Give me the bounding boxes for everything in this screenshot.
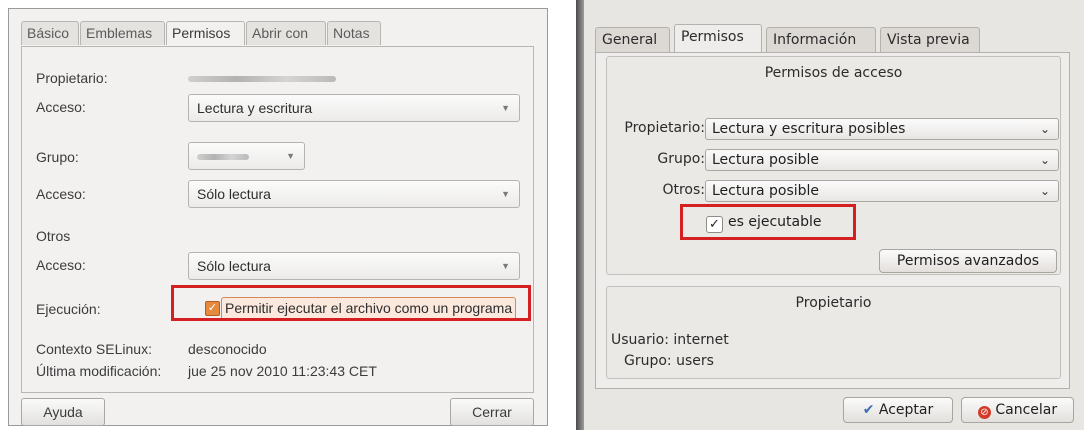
others-permission-value: Lectura posible	[712, 183, 820, 199]
dropdown-arrow-icon: ▼	[501, 261, 510, 271]
ok-button[interactable]: ✔ Aceptar	[843, 397, 953, 423]
tab-notas[interactable]: Notas	[327, 21, 381, 45]
group-value-blurred	[197, 154, 249, 161]
tab-label: Permisos	[681, 29, 744, 45]
chevron-down-icon: ⌄	[1039, 122, 1050, 136]
group-line: Grupo: users	[624, 353, 714, 369]
group-access-label: Acceso:	[36, 186, 86, 202]
tab-informacion[interactable]: Información	[766, 27, 876, 52]
permissions-panel: Propietario: Acceso: Lectura y escritura…	[21, 46, 534, 393]
group-permission-value: Lectura posible	[712, 152, 820, 168]
dropdown-arrow-icon: ▼	[501, 189, 510, 199]
owner-permission-combo[interactable]: Lectura y escritura posibles ⌄	[705, 118, 1059, 140]
gnome-properties-dialog: Básico Emblemas Permisos Abrir con Notas…	[8, 8, 548, 426]
window-edge	[576, 0, 584, 430]
tab-label: Abrir con	[252, 25, 309, 41]
selinux-value: desconocido	[188, 341, 267, 357]
tab-label: General	[602, 32, 658, 48]
advanced-permissions-button[interactable]: Permisos avanzados	[879, 249, 1057, 273]
tab-permisos[interactable]: Permisos	[166, 21, 245, 48]
user-line: Usuario: internet	[611, 332, 729, 348]
dropdown-arrow-icon: ▼	[286, 151, 295, 161]
others-access-label: Acceso:	[36, 257, 86, 273]
tab-label: Información	[773, 32, 857, 48]
others-access-value: Sólo lectura	[197, 258, 271, 274]
group-access-combo[interactable]: Sólo lectura ▼	[188, 180, 520, 208]
modified-value: jue 25 nov 2010 11:23:43 CET	[188, 363, 377, 379]
owner-permission-value: Lectura y escritura posibles	[712, 121, 906, 137]
highlight-box	[171, 285, 531, 321]
group-access-value: Sólo lectura	[197, 186, 271, 202]
tab-label: Vista previa	[887, 32, 970, 48]
cancel-button[interactable]: ⊘ Cancelar	[961, 397, 1074, 423]
ok-check-icon: ✔	[862, 402, 875, 418]
group-combo[interactable]: ▼	[188, 142, 305, 170]
modified-label: Última modificación:	[36, 363, 162, 379]
cancel-button-label: Cancelar	[995, 402, 1058, 418]
selinux-label: Contexto SELinux:	[36, 341, 152, 357]
owner-label: Propietario:	[624, 120, 705, 136]
tab-label: Notas	[333, 25, 370, 41]
tab-permisos[interactable]: Permisos	[674, 24, 762, 53]
others-label: Otros:	[662, 182, 705, 198]
others-label: Otros	[36, 228, 71, 244]
group-title: Permisos de acceso	[764, 65, 903, 81]
others-permission-combo[interactable]: Lectura posible ⌄	[705, 180, 1059, 202]
ownership-group: Propietario Usuario: internet Grupo: use…	[606, 286, 1061, 379]
tab-label: Permisos	[172, 25, 231, 41]
execution-label: Ejecución:	[36, 301, 101, 317]
tab-abrir-con[interactable]: Abrir con	[246, 21, 326, 45]
group-label: Grupo:	[657, 151, 705, 167]
access-permissions-group: Permisos de acceso Propietario: Lectura …	[606, 56, 1061, 275]
owner-access-combo[interactable]: Lectura y escritura ▼	[188, 94, 520, 122]
tab-general[interactable]: General	[595, 27, 670, 52]
owner-access-label: Acceso:	[36, 99, 86, 115]
owner-value-blurred	[188, 76, 336, 82]
dropdown-arrow-icon: ▼	[501, 103, 510, 113]
owner-label: Propietario:	[36, 70, 108, 86]
others-access-combo[interactable]: Sólo lectura ▼	[188, 252, 520, 280]
tab-vista-previa[interactable]: Vista previa	[880, 27, 980, 52]
help-button[interactable]: Ayuda	[21, 398, 105, 426]
tab-label: Básico	[27, 25, 70, 41]
tab-label: Emblemas	[86, 25, 153, 41]
group-label: Grupo:	[36, 149, 79, 165]
group-title: Propietario	[795, 295, 872, 311]
cancel-icon: ⊘	[977, 406, 991, 419]
close-button[interactable]: Cerrar	[450, 398, 534, 426]
ok-button-label: Aceptar	[878, 402, 934, 418]
tab-basico[interactable]: Básico	[21, 21, 79, 45]
owner-access-value: Lectura y escritura	[197, 100, 313, 116]
chevron-down-icon: ⌄	[1039, 153, 1050, 167]
chevron-down-icon: ⌄	[1039, 184, 1050, 198]
group-permission-combo[interactable]: Lectura posible ⌄	[705, 149, 1059, 171]
tab-emblemas[interactable]: Emblemas	[80, 21, 165, 45]
highlight-box	[680, 204, 856, 240]
